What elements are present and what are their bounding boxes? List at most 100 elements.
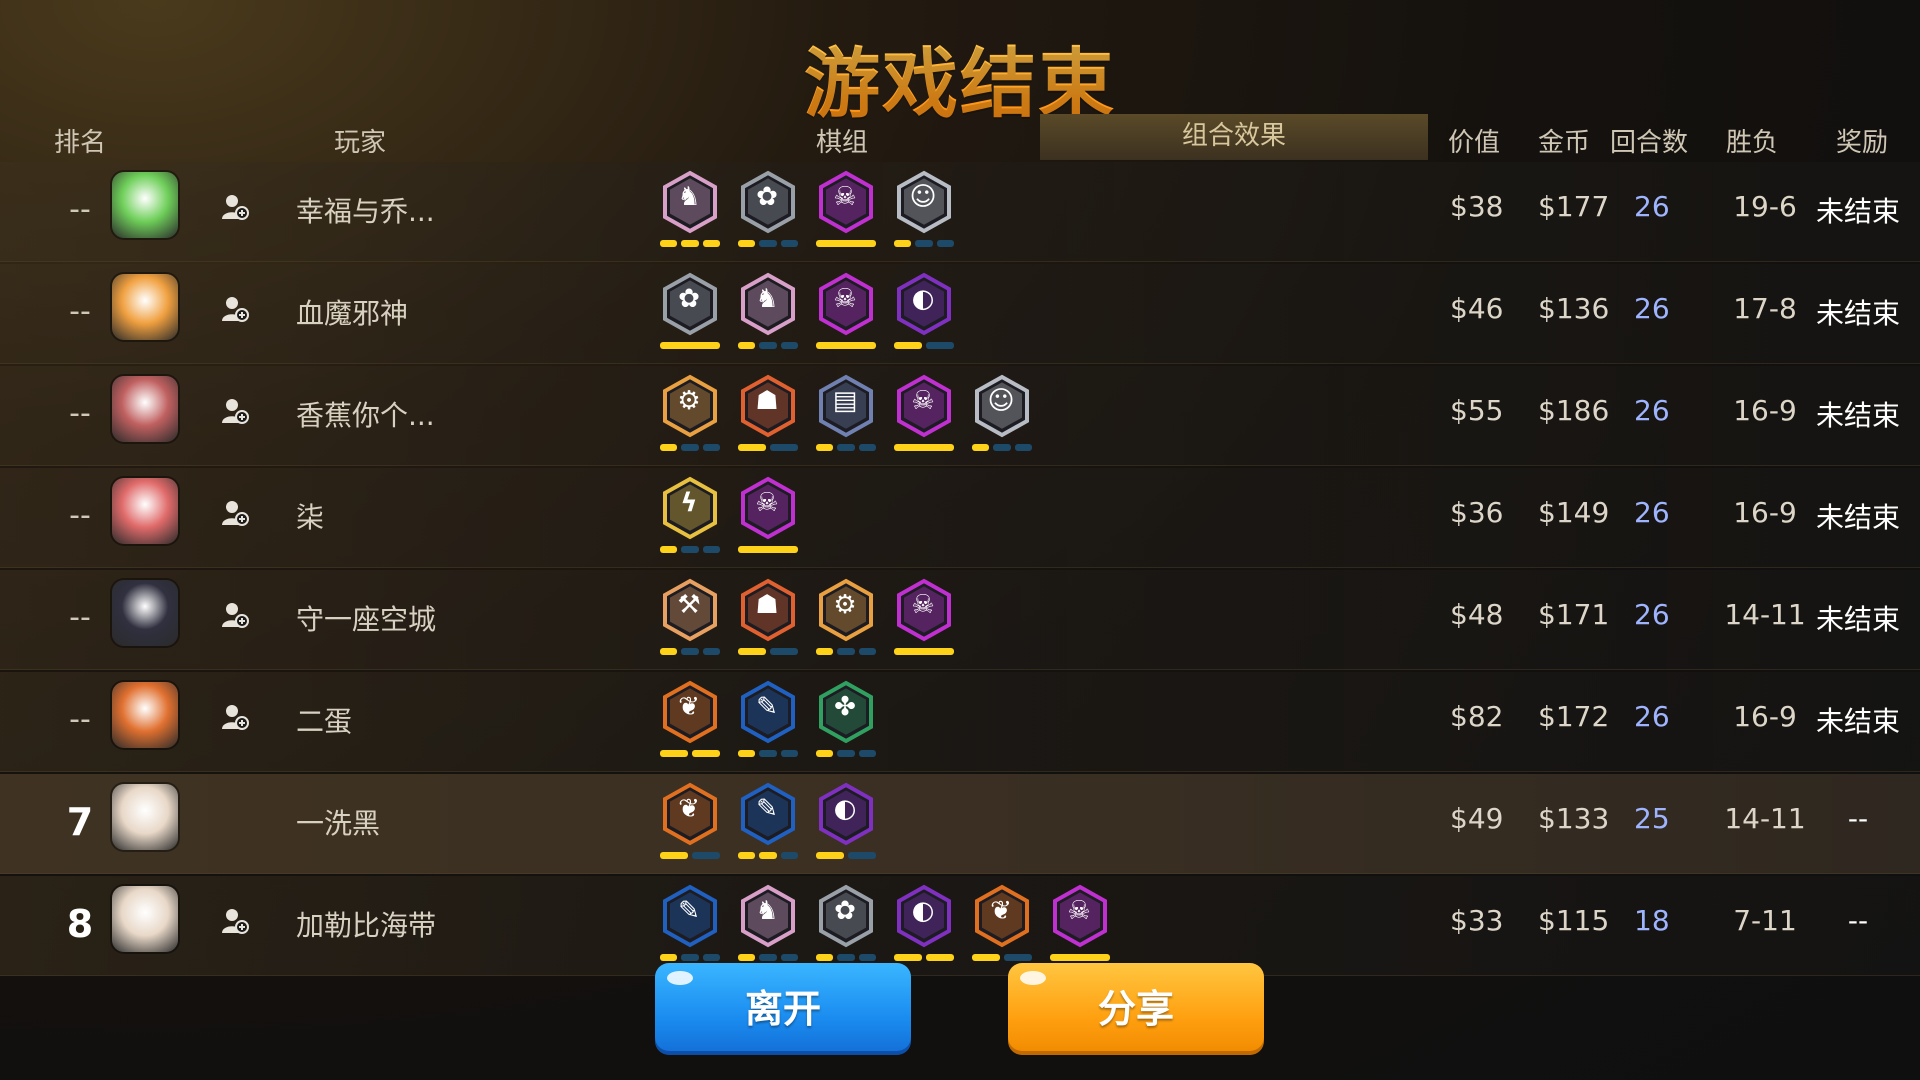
reward-value: 未结束 (1815, 399, 1900, 432)
synergy-bars (738, 342, 798, 350)
synergy-level-bar (780, 342, 798, 349)
synergy-bars (894, 240, 954, 248)
table-row[interactable]: -- 守一座空城 ⚒ ☗ ⚙ ☠ $48 $171 26 14-11 未结束 (0, 570, 1920, 670)
knight-icon[interactable]: ♞ (736, 882, 798, 970)
synergy-bars (660, 750, 720, 758)
blonde-girl-avatar[interactable] (112, 274, 178, 340)
header-combo-tab[interactable]: 组合效果 (1040, 114, 1428, 160)
synergy-level-bar (692, 750, 720, 757)
knight-icon[interactable]: ♞ (658, 168, 720, 256)
synergy-level-bar (858, 750, 876, 757)
add-friend-icon[interactable] (220, 294, 250, 324)
synergy-level-bar (780, 852, 798, 859)
table-row[interactable]: -- 二蛋 ❦ ✎ ✤ $82 $172 26 16-9 未结束 (0, 672, 1920, 772)
feather-icon[interactable]: ✎ (658, 882, 720, 970)
demon-icon[interactable]: ☠ (1048, 882, 1110, 970)
demon-icon[interactable]: ☠ (814, 168, 876, 256)
synergy-level-bar (894, 648, 954, 655)
button-shine (667, 971, 693, 985)
synergy-level-bar (681, 954, 699, 961)
synergy-level-bar (738, 240, 756, 247)
green-ogre-avatar[interactable] (112, 172, 178, 238)
human-icon[interactable]: ☺ (970, 372, 1032, 460)
leaf-icon[interactable]: ❦ (658, 780, 720, 868)
gear-icon[interactable]: ⚙ (658, 372, 720, 460)
demon-icon[interactable]: ☠ (892, 576, 954, 664)
leave-button[interactable]: 离开 (655, 963, 911, 1055)
rounds-value: 26 (1634, 394, 1670, 427)
white-hair-avatar[interactable] (112, 886, 178, 952)
player-name: 一洗黑 (296, 807, 381, 840)
table-row[interactable]: 8 加勒比海带 ✎ ♞ ✿ ◐ ❦ ☠ $33 $115 18 7-11 -- (0, 876, 1920, 976)
synergy-level-bar (780, 954, 798, 961)
claws-icon[interactable]: ϟ (658, 474, 720, 562)
leave-button-label: 离开 (744, 987, 821, 1031)
axe-icon[interactable]: ⚒ (658, 576, 720, 664)
synergy-glyph: ⚙ (833, 590, 857, 620)
leaf-icon[interactable]: ❦ (658, 678, 720, 766)
synergy-glyph: ☠ (1067, 896, 1091, 926)
ogre-face-icon[interactable]: ☗ (736, 576, 798, 664)
synergy-level-bar (816, 240, 876, 247)
synergy-glyph: ☠ (911, 386, 935, 416)
add-friend-icon[interactable] (220, 906, 250, 936)
demon-icon[interactable]: ☠ (736, 474, 798, 562)
paw-icon[interactable]: ✤ (814, 678, 876, 766)
share-button[interactable]: 分享 (1008, 963, 1264, 1055)
knight-icon[interactable]: ♞ (736, 270, 798, 358)
feather-icon[interactable]: ✎ (736, 780, 798, 868)
white-hair-avatar[interactable] (112, 784, 178, 850)
player-name: 守一座空城 (296, 603, 437, 636)
add-friend-icon[interactable] (220, 498, 250, 528)
rounds-value: 25 (1634, 802, 1670, 835)
synergy-glyph: ♞ (755, 896, 779, 926)
winloss-value: 7-11 (1733, 904, 1797, 937)
add-friend-icon[interactable] (220, 396, 250, 426)
add-friend-icon[interactable] (220, 600, 250, 630)
hooded-icon[interactable]: ◐ (892, 882, 954, 970)
add-friend-icon[interactable] (220, 702, 250, 732)
price-value: $38 (1450, 190, 1504, 223)
synergy-bars (738, 444, 798, 452)
dark-warrior-avatar[interactable] (112, 580, 178, 646)
hooded-icon[interactable]: ◐ (814, 780, 876, 868)
synergy-bars (894, 444, 954, 452)
human-icon[interactable]: ☺ (892, 168, 954, 256)
synergy-level-bar (681, 546, 699, 553)
gold-value: $186 (1538, 394, 1610, 427)
synergy-level-bar (759, 240, 777, 247)
synergy-level-bar (1050, 954, 1110, 961)
demon-icon[interactable]: ☠ (892, 372, 954, 460)
synergy-level-bar (702, 444, 720, 451)
beast-paw-icon[interactable]: ✿ (814, 882, 876, 970)
red-hair-avatar[interactable] (112, 478, 178, 544)
gold-value: $172 (1538, 700, 1610, 733)
synergy-glyph: ❦ (678, 692, 700, 722)
synergy-level-bar (972, 444, 990, 451)
rounds-value: 26 (1634, 292, 1670, 325)
add-friend-icon[interactable] (220, 192, 250, 222)
backpack-avatar[interactable] (112, 376, 178, 442)
synergy-level-bar (660, 240, 678, 247)
winloss-value: 19-6 (1733, 190, 1797, 223)
feather-icon[interactable]: ✎ (736, 678, 798, 766)
gear-icon[interactable]: ⚙ (814, 576, 876, 664)
hooded-icon[interactable]: ◐ (892, 270, 954, 358)
table-row[interactable]: -- 香蕉你个... ⚙ ☗ ▤ ☠ ☺ $55 $186 26 16-9 未结… (0, 366, 1920, 466)
ogre-face-icon[interactable]: ☗ (736, 372, 798, 460)
table-row[interactable]: 7 一洗黑 ❦ ✎ ◐ $49 $133 25 14-11 -- (0, 774, 1920, 874)
header-lineup: 棋组 (816, 128, 869, 158)
synergy-glyph: ◐ (911, 896, 935, 926)
table-row[interactable]: -- 血魔邪神 ✿ ♞ ☠ ◐ $46 $136 26 17-8 未结束 (0, 264, 1920, 364)
synergy-bars (660, 954, 720, 962)
leaf-icon[interactable]: ❦ (970, 882, 1032, 970)
blue-helmet-avatar[interactable] (112, 682, 178, 748)
table-row[interactable]: -- 幸福与乔... ♞ ✿ ☠ ☺ $38 $177 26 19-6 未结束 (0, 162, 1920, 262)
table-row[interactable]: -- 柒 ϟ ☠ $36 $149 26 16-9 未结束 (0, 468, 1920, 568)
beast-paw-icon[interactable]: ✿ (658, 270, 720, 358)
header-rank: 排名 (54, 128, 107, 158)
beast-paw-icon[interactable]: ✿ (736, 168, 798, 256)
scroll-icon[interactable]: ▤ (814, 372, 876, 460)
synergy-level-bar (837, 648, 855, 655)
demon-icon[interactable]: ☠ (814, 270, 876, 358)
